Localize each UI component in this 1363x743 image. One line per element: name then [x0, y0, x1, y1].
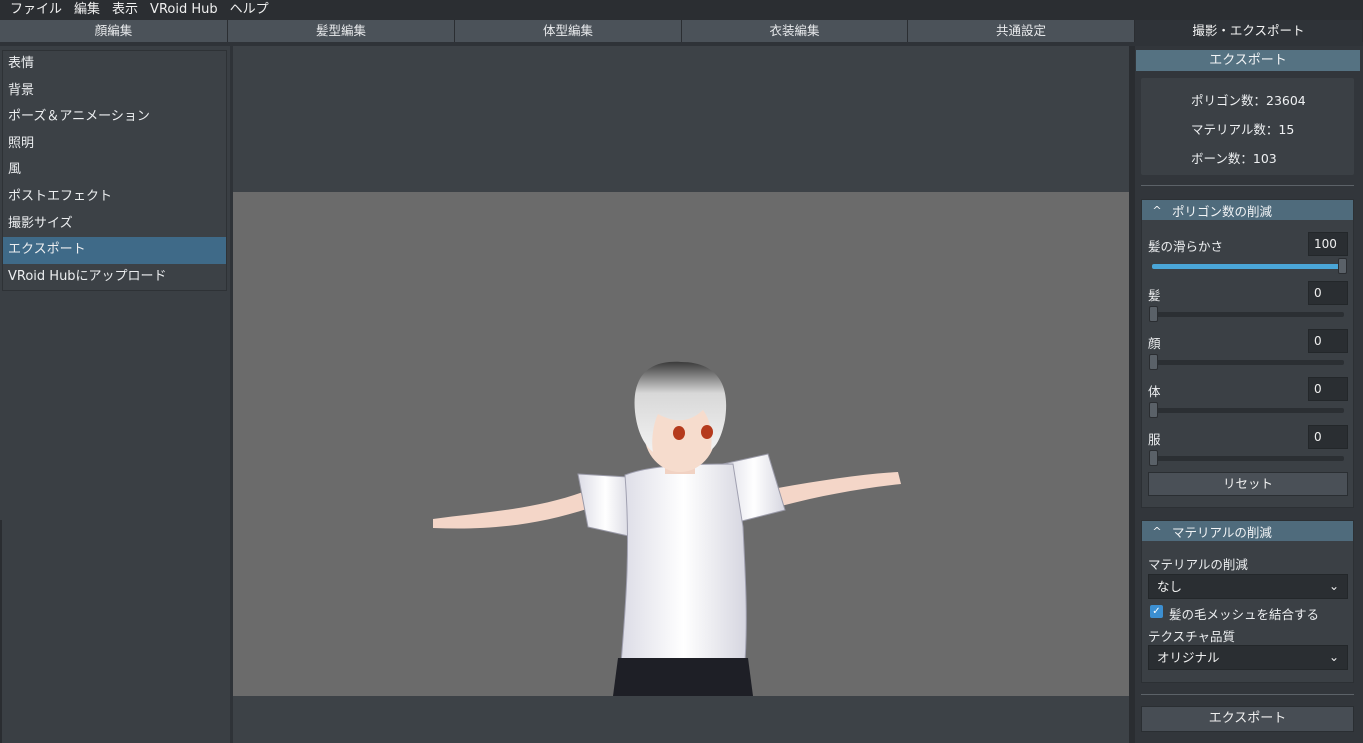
hair-smoothness-fill [1152, 264, 1342, 269]
shirt-shape [620, 463, 747, 665]
left-item-upload-vroid-hub[interactable]: VRoid Hubにアップロード [3, 264, 226, 291]
left-panel-edge [0, 520, 2, 743]
chevron-up-icon: ^ [1152, 203, 1162, 217]
material-reduction-section: ^ マテリアルの削減 マテリアルの削減 なし ⌄ ✓ 髪の毛メッシュを結合する … [1141, 520, 1354, 683]
export-panel-header: エクスポート [1136, 50, 1360, 71]
left-item-background[interactable]: 背景 [3, 78, 226, 105]
left-item-post-effect[interactable]: ポストエフェクト [3, 184, 226, 211]
material-reduction-value: なし [1157, 579, 1183, 594]
skirt-shape [613, 658, 753, 696]
material-reduction-select[interactable]: なし ⌄ [1148, 574, 1348, 599]
chevron-up-icon: ^ [1152, 524, 1162, 538]
left-sleeve-shape [577, 473, 634, 538]
main-tabs: 顔編集 髪型編集 体型編集 衣装編集 共通設定 撮影・エクスポート [0, 20, 1363, 42]
chevron-down-icon: ⌄ [1328, 579, 1339, 593]
menu-help[interactable]: ヘルプ [224, 0, 275, 20]
viewport-top-area [233, 46, 1129, 192]
material-count: マテリアル数：15 [1191, 122, 1295, 137]
chevron-down-icon: ⌄ [1328, 650, 1339, 664]
polygon-count: ポリゴン数：23604 [1191, 93, 1306, 108]
eye-left-shape [673, 426, 685, 440]
reset-button[interactable]: リセット [1148, 472, 1348, 496]
menu-bar: ファイル 編集 表示 VRoid Hub ヘルプ [0, 0, 1363, 20]
material-reduction-header[interactable]: ^ マテリアルの削減 [1142, 521, 1353, 541]
body-label: 体 [1148, 384, 1161, 399]
left-item-lighting[interactable]: 照明 [3, 131, 226, 158]
polygon-reduction-header[interactable]: ^ ポリゴン数の削減 [1142, 200, 1353, 220]
left-item-capture-size[interactable]: 撮影サイズ [3, 211, 226, 238]
texture-quality-label: テクスチャ品質 [1148, 629, 1236, 644]
texture-quality-select[interactable]: オリジナル ⌄ [1148, 645, 1348, 670]
left-item-wind[interactable]: 風 [3, 157, 226, 184]
menu-file[interactable]: ファイル [4, 0, 68, 20]
left-arm-shape [433, 492, 593, 529]
texture-quality-value: オリジナル [1157, 650, 1220, 665]
tab-body[interactable]: 体型編集 [455, 20, 682, 42]
menu-view[interactable]: 表示 [106, 0, 144, 20]
face-input[interactable]: 0 [1308, 329, 1348, 353]
left-item-expression[interactable]: 表情 [3, 51, 226, 78]
eye-right-shape [701, 425, 713, 439]
tab-photo-export[interactable]: 撮影・エクスポート [1135, 20, 1363, 42]
face-slider[interactable] [1149, 354, 1344, 370]
hair-label: 髪 [1148, 288, 1161, 303]
tab-common-settings[interactable]: 共通設定 [908, 20, 1135, 42]
tab-face[interactable]: 顔編集 [0, 20, 228, 42]
left-menu-list: 表情 背景 ポーズ＆アニメーション 照明 風 ポストエフェクト 撮影サイズ エク… [2, 50, 227, 292]
hair-input[interactable]: 0 [1308, 281, 1348, 305]
viewport-bottom-area [233, 696, 1129, 743]
merge-hair-mesh-label: 髪の毛メッシュを結合する [1169, 607, 1320, 622]
left-panel: 表情 背景 ポーズ＆アニメーション 照明 風 ポストエフェクト 撮影サイズ エク… [0, 46, 230, 743]
material-reduction-title: マテリアルの削減 [1172, 524, 1272, 540]
hair-smoothness-input[interactable]: 100 [1308, 232, 1348, 256]
divider [1141, 185, 1354, 186]
polygon-reduction-title: ポリゴン数の削減 [1172, 203, 1273, 219]
face-handle[interactable] [1149, 354, 1158, 370]
clothes-slider[interactable] [1149, 450, 1344, 466]
menu-vroid-hub[interactable]: VRoid Hub [144, 0, 224, 20]
clothes-label: 服 [1148, 432, 1161, 447]
export-button[interactable]: エクスポート [1141, 706, 1354, 732]
hair-smoothness-label: 髪の滑らかさ [1148, 239, 1224, 254]
body-handle[interactable] [1149, 402, 1158, 418]
bone-count: ボーン数：103 [1191, 151, 1277, 166]
polygon-reduction-section: ^ ポリゴン数の削減 髪の滑らかさ 100 髪 0 顔 0 体 0 服 0 リセ… [1141, 199, 1354, 508]
right-arm-shape [778, 472, 901, 506]
clothes-input[interactable]: 0 [1308, 425, 1348, 449]
model-stats-box: ポリゴン数：23604 マテリアル数：15 ボーン数：103 [1141, 78, 1354, 175]
hair-handle[interactable] [1149, 306, 1158, 322]
left-item-pose-animation[interactable]: ポーズ＆アニメーション [3, 104, 226, 131]
divider [1141, 694, 1354, 695]
left-item-export[interactable]: エクスポート [3, 237, 226, 264]
body-slider[interactable] [1149, 402, 1344, 418]
tab-outfit[interactable]: 衣装編集 [682, 20, 908, 42]
body-input[interactable]: 0 [1308, 377, 1348, 401]
hair-slider[interactable] [1149, 306, 1344, 322]
face-label: 顔 [1148, 336, 1161, 351]
hair-smoothness-handle[interactable] [1338, 258, 1347, 274]
menu-edit[interactable]: 編集 [68, 0, 106, 20]
material-reduction-label: マテリアルの削減 [1148, 557, 1248, 572]
avatar-model [433, 361, 901, 696]
tab-hair[interactable]: 髪型編集 [228, 20, 455, 42]
3d-viewport[interactable] [233, 192, 1129, 696]
clothes-handle[interactable] [1149, 450, 1158, 466]
hair-smoothness-slider[interactable] [1152, 258, 1347, 274]
merge-hair-mesh-checkbox[interactable]: ✓ [1150, 605, 1163, 618]
